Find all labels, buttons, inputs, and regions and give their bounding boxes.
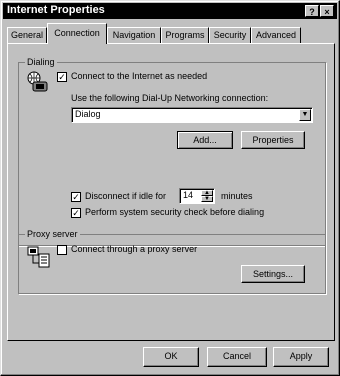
ok-button[interactable]: OK — [143, 347, 199, 367]
cancel-button[interactable]: Cancel — [207, 347, 267, 367]
chevron-down-icon[interactable]: ▼ — [299, 109, 311, 121]
tab-advanced[interactable]: Advanced — [251, 27, 301, 43]
connection-tab-panel: Dialing ✓ Connect to the Internet as nee… — [7, 43, 335, 341]
proxy-legend: Proxy server — [25, 229, 80, 239]
tab-general[interactable]: General — [7, 27, 47, 43]
phone-globe-icon — [27, 71, 48, 92]
properties-button[interactable]: Properties — [241, 131, 305, 149]
internet-properties-window: Internet Properties ? × General Connecti… — [0, 0, 340, 376]
title-bar: Internet Properties ? × — [3, 3, 337, 19]
network-computers-icon — [27, 246, 50, 268]
tab-navigation[interactable]: Navigation — [107, 27, 161, 43]
use-connection-label: Use the following Dial-Up Networking con… — [71, 93, 269, 103]
proxy-server-group: Proxy server Connect through a proxy ser… — [18, 229, 326, 294]
disconnect-idle-checkbox[interactable]: ✓ — [71, 192, 81, 202]
add-button[interactable]: Add... — [177, 131, 233, 149]
tab-security[interactable]: Security — [209, 27, 251, 43]
spin-down-icon[interactable]: ▼ — [201, 196, 213, 202]
apply-button[interactable]: Apply — [273, 347, 329, 367]
proxy-settings-button[interactable]: Settings... — [241, 265, 305, 283]
connection-select-value: Dialog — [75, 109, 101, 119]
idle-minutes-spinner[interactable]: 14 ▲ ▼ — [179, 188, 215, 204]
minutes-label: minutes — [221, 191, 253, 201]
proxy-checkbox[interactable] — [57, 245, 67, 255]
connection-select[interactable]: Dialog ▼ — [71, 107, 313, 123]
close-button[interactable]: × — [320, 5, 334, 17]
help-button[interactable]: ? — [305, 5, 319, 17]
security-check-label: Perform system security check before dia… — [85, 207, 265, 217]
tab-programs[interactable]: Programs — [161, 27, 209, 43]
dialing-legend: Dialing — [25, 57, 57, 67]
idle-minutes-value: 14 — [183, 190, 194, 200]
security-check-checkbox[interactable]: ✓ — [71, 208, 81, 218]
connect-as-needed-checkbox[interactable]: ✓ — [57, 72, 67, 82]
tab-connection[interactable]: Connection — [47, 23, 107, 44]
disconnect-idle-label: Disconnect if idle for — [85, 191, 167, 201]
proxy-checkbox-label: Connect through a proxy server — [71, 244, 198, 254]
connect-as-needed-label: Connect to the Internet as needed — [71, 71, 208, 81]
dialing-group: Dialing ✓ Connect to the Internet as nee… — [18, 57, 326, 246]
window-title: Internet Properties — [7, 4, 105, 16]
